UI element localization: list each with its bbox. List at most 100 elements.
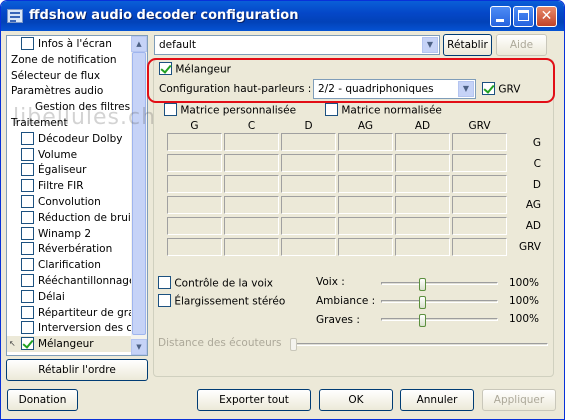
voice-slider-thumb[interactable]: [419, 278, 427, 291]
preset-select[interactable]: default ▼: [154, 35, 440, 55]
sidebar-item-checkbox[interactable]: [21, 226, 34, 240]
sidebar-item-label: Winamp 2: [38, 227, 92, 240]
bass-label: Graves :: [316, 314, 360, 326]
donate-button[interactable]: Donation: [7, 389, 78, 411]
sidebar-item-checkbox[interactable]: [21, 163, 34, 177]
sidebar-item-checkbox[interactable]: [21, 289, 34, 303]
matrix-cell: [224, 196, 279, 214]
matrix-cell: [395, 175, 450, 193]
lfe-checkbox[interactable]: [482, 82, 495, 95]
help-button[interactable]: Aide: [496, 34, 547, 56]
headphone-distance-thumb[interactable]: [290, 338, 297, 351]
sidebar-item-checkbox[interactable]: [21, 321, 34, 335]
matrix-cell: [452, 133, 507, 151]
sidebar-item[interactable]: Réverbération: [7, 241, 133, 257]
matrix-column-header: GRV: [468, 120, 491, 132]
matrix-cell: [338, 154, 393, 172]
sidebar-item-label: Zone de notification: [11, 53, 117, 66]
normalize-matrix-label: Matrice normalisée: [341, 104, 442, 117]
sidebar-item-label: Répartiteur de grav: [38, 306, 141, 319]
sidebar-item[interactable]: Délai: [7, 289, 133, 305]
sidebar-item-checkbox[interactable]: [21, 274, 34, 287]
restore-preset-button[interactable]: Rétablir: [443, 34, 492, 56]
matrix-cell: [338, 238, 393, 256]
sidebar-item[interactable]: Sélecteur de flux: [7, 68, 133, 84]
sidebar-item-label: Paramètres audio: [11, 85, 104, 98]
sidebar-item-checkbox[interactable]: [21, 147, 34, 161]
export-all-button[interactable]: Exporter tout: [197, 389, 311, 411]
sidebar-item-label: Délai: [38, 290, 65, 303]
speaker-config-select[interactable]: 2/2 - quadriphoniques ▼: [313, 79, 476, 99]
sidebar-item-checkbox[interactable]: [21, 337, 34, 351]
minimize-button[interactable]: [490, 6, 511, 27]
custom-matrix-checkbox[interactable]: [164, 103, 177, 116]
voice-control-row[interactable]: Contrôle de la voix: [158, 276, 274, 290]
sidebar-item[interactable]: Réduction de bruit: [7, 210, 135, 226]
matrix-column-header: AG: [357, 120, 374, 132]
matrix-cell: [452, 217, 507, 235]
matrix-cell: [281, 175, 336, 193]
scroll-thumb[interactable]: [132, 52, 146, 335]
scroll-down-button[interactable]: ▼: [131, 339, 147, 355]
sidebar-item[interactable]: Winamp 2: [7, 226, 133, 242]
voice-control-checkbox[interactable]: [158, 276, 171, 289]
sidebar-item[interactable]: Rééchantillonnage: [7, 273, 136, 289]
ffdshow-config-window: ffdshow audio decoder configuration ✕ In…: [0, 0, 565, 420]
sidebar-item-checkbox[interactable]: [21, 305, 34, 319]
bass-slider-thumb[interactable]: [419, 314, 427, 327]
ambience-slider-track: [381, 300, 498, 303]
voice-control-label: Contrôle de la voix: [174, 277, 274, 290]
normalize-matrix-row[interactable]: Matrice normalisée: [325, 103, 442, 117]
matrix-cell: [224, 175, 279, 193]
filter-list[interactable]: Infos à l'écran Zone de notification Sélec…: [6, 35, 148, 356]
matrix-cell: [167, 196, 222, 214]
sidebar-item[interactable]: Décodeur Dolby: [7, 131, 133, 147]
matrix-cell: [395, 196, 450, 214]
sidebar-item[interactable]: Égaliseur: [7, 162, 133, 178]
sidebar-item[interactable]: Paramètres audio: [7, 83, 133, 99]
sidebar-item[interactable]: Filtre FIR: [7, 178, 133, 194]
reset-order-button[interactable]: Rétablir l'ordre: [6, 359, 148, 381]
sidebar-item-label: Sélecteur de flux: [11, 69, 101, 82]
window-title: ffdshow audio decoder configuration: [29, 8, 299, 23]
ambience-slider-thumb[interactable]: [419, 296, 427, 309]
sidebar-item[interactable]: Infos à l'écran: [7, 36, 133, 52]
sidebar-item-label: Interversion des car: [38, 322, 143, 335]
drag-handle-icon[interactable]: ↖: [9, 336, 16, 352]
filter-list-scrollbar[interactable]: ▲ ▼: [131, 36, 147, 355]
sidebar-item-checkbox[interactable]: [21, 258, 34, 272]
close-button[interactable]: ✕: [536, 6, 557, 27]
sidebar-item[interactable]: Interversion des car: [7, 320, 143, 336]
normalize-matrix-checkbox[interactable]: [325, 103, 338, 116]
cancel-button[interactable]: Annuler: [400, 389, 474, 411]
sidebar-item[interactable]: Répartiteur de grav: [7, 305, 141, 321]
sidebar-item[interactable]: Volume: [7, 147, 133, 163]
matrix-cell: [452, 175, 507, 193]
lfe-row[interactable]: GRV: [482, 82, 520, 96]
sidebar-item-checkbox[interactable]: [21, 131, 34, 145]
stereo-widen-row[interactable]: Élargissement stéréo: [158, 294, 286, 308]
voice-value: 100%: [509, 277, 540, 289]
custom-matrix-row[interactable]: Matrice personnalisée: [164, 103, 296, 117]
maximize-button[interactable]: [513, 6, 534, 27]
title-bar[interactable]: ffdshow audio decoder configuration ✕: [1, 1, 564, 31]
sidebar-item-checkbox[interactable]: [21, 195, 34, 208]
scroll-up-button[interactable]: ▲: [131, 36, 147, 52]
sidebar-item-checkbox[interactable]: [21, 179, 34, 193]
sidebar-item-checkbox[interactable]: [21, 37, 34, 50]
ok-button[interactable]: OK: [319, 389, 393, 411]
matrix-cell: [167, 217, 222, 235]
sidebar-item-checkbox[interactable]: [21, 210, 34, 224]
stereo-widen-label: Élargissement stéréo: [174, 295, 286, 308]
ambience-label: Ambiance :: [316, 295, 376, 307]
apply-button[interactable]: Appliquer: [482, 389, 556, 411]
sidebar-item[interactable]: ↖ Mélangeur: [7, 336, 133, 353]
sidebar-item[interactable]: Convolution: [7, 194, 133, 210]
sidebar-item[interactable]: Zone de notification: [7, 52, 133, 68]
matrix-column-header: D: [304, 120, 313, 132]
matrix-cell: [338, 217, 393, 235]
sidebar-item[interactable]: Clarification: [7, 257, 133, 273]
sidebar-item-checkbox[interactable]: [21, 242, 34, 256]
sidebar-item-label: Rééchantillonnage: [38, 275, 136, 287]
stereo-widen-checkbox[interactable]: [158, 294, 171, 307]
